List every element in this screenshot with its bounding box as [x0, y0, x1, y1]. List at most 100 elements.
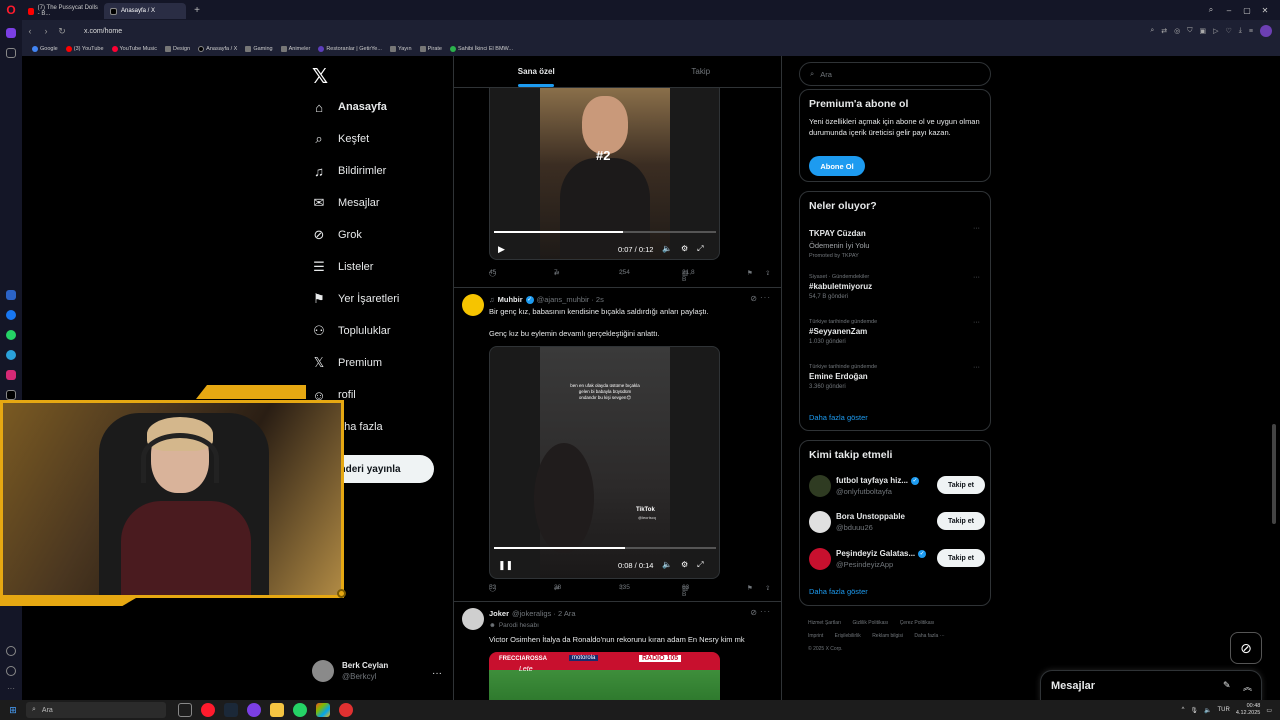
trend-item[interactable]: Siyaset · Gündemdekiler #kabuletmiyoruz … [809, 274, 979, 300]
star-icon[interactable] [6, 48, 16, 58]
more-icon[interactable]: ··· [973, 274, 980, 281]
telegram-icon[interactable] [6, 350, 16, 360]
more-icon[interactable]: ··· [973, 225, 980, 232]
volume-icon[interactable]: 🔈 [662, 244, 672, 254]
volume-icon[interactable]: 🔈 [1204, 707, 1211, 714]
tab-youtube[interactable]: (7) The Pussycat Dolls - B... [22, 3, 104, 19]
nav-home[interactable]: ⌂ Anasayfa [312, 97, 387, 117]
more-icon[interactable]: ··· [432, 668, 442, 679]
lang-indicator[interactable]: TUR [1218, 707, 1230, 713]
more-icon[interactable]: ··· [973, 364, 980, 371]
chevron-up-icon[interactable]: ︽ [1243, 680, 1252, 693]
video-progress-bar[interactable] [494, 231, 716, 233]
app-icon[interactable] [247, 703, 261, 717]
notification-icon[interactable]: ▭ [1266, 707, 1272, 714]
search-icon[interactable]: ⌕ [1150, 27, 1154, 35]
fullscreen-icon[interactable]: ⤢ [697, 560, 703, 570]
show-more-trends-link[interactable]: Daha fazla göster [809, 413, 868, 422]
play-icon[interactable]: ▷ [1213, 27, 1218, 35]
page-scrollbar[interactable] [1272, 60, 1276, 700]
menu-icon[interactable]: ≡ [1249, 28, 1253, 35]
tweet-video[interactable]: ben en ufak olayda üstüme bıçakla gelen … [489, 346, 720, 579]
bookmark-item[interactable]: Animeler [280, 46, 310, 52]
settings-icon[interactable]: ⚙ [681, 560, 688, 570]
bookmark-item[interactable]: Pirate [419, 46, 442, 52]
steam-icon[interactable] [224, 703, 238, 717]
taskbar-search[interactable]: ⌕ Ara [26, 702, 166, 718]
folder-icon[interactable] [270, 703, 284, 717]
instagram-icon[interactable] [6, 370, 16, 380]
bookmark-item[interactable]: Sahibi İkinci El BMW... [449, 46, 513, 52]
messages-drawer[interactable]: Mesajlar ✎ ︽ [1040, 670, 1262, 702]
more-icon[interactable]: ··· [973, 319, 980, 326]
app-icon[interactable] [339, 703, 353, 717]
more-icon[interactable]: ··· [6, 684, 16, 694]
more-icon[interactable]: ··· [760, 607, 771, 616]
subscribe-button[interactable]: Abone Ol [809, 156, 865, 176]
bookmark-item[interactable]: Anasayfa / X [198, 46, 237, 52]
nav-premium[interactable]: 𝕏 Premium [312, 353, 382, 373]
forward-button[interactable]: › [38, 26, 54, 36]
heart-icon[interactable]: ♡ [1226, 27, 1232, 35]
play-icon[interactable]: ▶ [498, 244, 505, 255]
nav-messages[interactable]: ✉ Mesajlar [312, 193, 380, 213]
more-icon[interactable]: ··· [760, 293, 771, 302]
author-handle[interactable]: @ajans_muhbir · 2s [537, 295, 604, 304]
avatar[interactable] [462, 608, 484, 630]
opera-home-icon[interactable] [6, 28, 16, 38]
search-tabs-icon[interactable]: ⌕ [1204, 5, 1218, 15]
follow-suggestion[interactable]: Peşindeyiz Galatas... ✓ @PesindeyizApp Ta… [809, 546, 985, 572]
shield-icon[interactable]: ⛉ [1187, 27, 1192, 35]
footer-link[interactable]: Reklam bilgisi [872, 633, 903, 639]
footer-link[interactable]: Daha fazla ··· [914, 633, 944, 639]
bookmark-item[interactable]: Design [165, 46, 190, 52]
heart-icon[interactable] [6, 646, 16, 656]
settings-icon[interactable]: ⚙ [681, 244, 688, 254]
opera-logo-icon[interactable]: O [0, 0, 22, 20]
whatsapp-icon[interactable] [6, 330, 16, 340]
history-icon[interactable] [6, 666, 16, 676]
footer-link[interactable]: Erişilebilirlik [835, 633, 861, 639]
search-input[interactable]: ⌕ Ara [799, 62, 991, 86]
task-view-icon[interactable] [178, 703, 192, 717]
nav-communities[interactable]: ⚇ Topluluklar [312, 321, 390, 341]
tweet-video[interactable]: #2 ▶ 0:07 / 0:12 🔈 ⚙ ⤢ [489, 88, 720, 260]
chevron-up-icon[interactable]: ^ [1182, 707, 1185, 713]
author-name[interactable]: Joker [489, 609, 509, 618]
follow-suggestion[interactable]: Bora Unstoppable @bduuu26 Takip et [809, 509, 985, 535]
new-message-icon[interactable]: ✎ [1223, 680, 1231, 691]
follow-button[interactable]: Takip et [937, 512, 985, 530]
trend-item[interactable]: Türkiye tarihinde gündemde #SeyyanenZam … [809, 319, 979, 345]
account-switcher[interactable]: Berk Ceylan @Berkcyl [312, 660, 388, 682]
x-sidebar-icon[interactable] [6, 390, 16, 400]
bookmark-item[interactable]: (3) YouTube [65, 46, 104, 52]
app-icon[interactable] [316, 703, 330, 717]
x-logo-icon[interactable]: 𝕏 [312, 64, 328, 89]
footer-link[interactable]: Çerez Politikası [900, 620, 935, 626]
grok-icon[interactable]: ⊘ [750, 608, 757, 617]
author-name[interactable]: Muhbir [498, 295, 523, 304]
bookmark-item[interactable]: YouTube Music [111, 46, 157, 52]
nav-bookmarks[interactable]: ⚑ Yer İşaretleri [312, 289, 399, 309]
scrollbar-thumb[interactable] [1272, 424, 1276, 524]
translate-icon[interactable]: ⇄ [1161, 27, 1167, 35]
tweet-image[interactable]: FRECCIAROSSA motorola RADIO 105 Lete [489, 652, 720, 700]
bookmark-item[interactable]: Restoranlar | GetirYe... [318, 46, 382, 52]
clock[interactable]: 00:48 4.12.2025 [1236, 703, 1260, 717]
tab-following[interactable]: Takip [619, 56, 782, 87]
reload-button[interactable]: ↻ [54, 26, 70, 37]
bookmark-item[interactable]: Google [32, 46, 58, 52]
bookmark-item[interactable]: Gaming [245, 46, 273, 52]
camera-icon[interactable]: ◎ [1174, 27, 1180, 35]
download-icon[interactable]: ⤓ [1239, 27, 1242, 35]
minimize-button[interactable]: – [1222, 6, 1236, 15]
pause-icon[interactable]: ❚❚ [498, 560, 513, 571]
opera-gx-icon[interactable] [201, 703, 215, 717]
maximize-button[interactable]: ▢ [1240, 6, 1254, 15]
tab-x-home[interactable]: Anasayfa / X [104, 3, 186, 19]
footer-link[interactable]: Hizmet Şartları [808, 620, 841, 626]
nav-grok[interactable]: ⊘ Grok [312, 225, 362, 245]
app-icon[interactable] [6, 290, 16, 300]
video-progress-bar[interactable] [494, 547, 716, 549]
nav-notifications[interactable]: ♫ Bildirimler [312, 161, 386, 181]
